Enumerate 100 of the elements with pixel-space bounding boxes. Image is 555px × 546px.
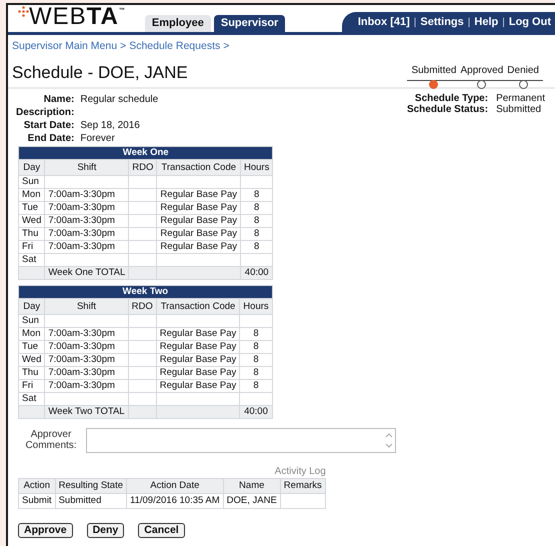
table-cell: Fri [18, 240, 45, 254]
table-cell: 8 [240, 214, 273, 228]
column-header: RDO [128, 298, 156, 314]
separator: | [414, 16, 416, 30]
table-title: Week Two [18, 285, 272, 298]
table-cell: 8 [240, 240, 273, 254]
table-cell: 7:00am-3:30pm [44, 201, 129, 214]
table-cell: Submitted [55, 493, 127, 508]
column-header: Name [223, 478, 280, 494]
table-cell: Thu [18, 227, 45, 240]
separator: | [502, 16, 505, 30]
column-header: Hours [240, 298, 272, 314]
field-value: Submitted [496, 104, 542, 115]
table-cell: 8 [240, 327, 272, 340]
table-cell: Regular Base Pay [156, 353, 240, 366]
column-header: RDO [128, 159, 157, 176]
table-cell: 7:00am-3:30pm [44, 240, 129, 254]
table-cell: 7:00am-3:30pm [44, 188, 129, 202]
table-cell: Wed [18, 214, 45, 228]
column-header: Remarks [280, 478, 326, 494]
table-cell: 7:00am-3:30pm [44, 214, 129, 228]
table-cell: Regular Base Pay [156, 227, 240, 240]
page-title: Schedule - DOE, JANE [12, 62, 188, 84]
column-header: Day [18, 159, 45, 176]
tab[interactable]: Employee [144, 15, 211, 32]
table-cell: Sat [18, 253, 45, 266]
step-label: Submitted [411, 64, 456, 77]
table-cell: Sun [18, 314, 45, 328]
table-cell: 8 [240, 227, 273, 240]
column-header: Day [18, 298, 45, 314]
nav-link[interactable]: Help [474, 14, 498, 30]
table-cell: Regular Base Pay [156, 214, 240, 228]
nav-link[interactable]: Inbox [41] [358, 14, 410, 30]
table-cell: 40:00 [240, 405, 272, 418]
table-cell: Fri [18, 379, 45, 392]
column-header: Transaction Code [156, 159, 240, 176]
table-cell: Regular Base Pay [156, 240, 240, 254]
table-cell: Regular Base Pay [156, 366, 240, 380]
table-cell: Regular Base Pay [156, 327, 240, 340]
breadcrumb-link[interactable]: Supervisor Main Menu [12, 39, 118, 55]
table-cell: Regular Base Pay [156, 379, 240, 392]
table-cell: Mon [18, 188, 45, 202]
column-header: Resulting State [55, 478, 127, 494]
table-cell: Week One TOTAL [44, 266, 129, 280]
table-cell: Submit [18, 493, 56, 508]
dots-icon [18, 6, 29, 17]
table-cell: Regular Base Pay [156, 340, 240, 354]
table-cell: Wed [18, 353, 45, 366]
table-cell: Regular Base Pay [156, 188, 240, 202]
table-cell: 8 [240, 353, 272, 366]
table-cell: DOE, JANE [223, 493, 280, 508]
column-header: Shift [44, 298, 128, 314]
column-header: Shift [44, 159, 129, 176]
nav-link[interactable]: Settings [420, 14, 464, 30]
field-value: Sep 18, 2016 [80, 118, 141, 132]
breadcrumb-separator: > [223, 39, 230, 54]
field-label: Name: [42, 92, 74, 106]
tab[interactable]: Supervisor [214, 15, 286, 32]
field-value: Forever [80, 132, 116, 145]
breadcrumb-separator: > [120, 39, 126, 54]
table-title: Week One [18, 146, 273, 160]
field-label: Approver Comments: [24, 429, 78, 452]
table-cell: 7:00am-3:30pm [44, 227, 129, 240]
action-button[interactable]: Cancel [138, 522, 185, 538]
field-label: Start Date: [22, 118, 74, 132]
table-cell: 7:00am-3:30pm [44, 379, 128, 392]
table-cell: 7:00am-3:30pm [44, 353, 128, 366]
table-cell: Tue [18, 340, 45, 354]
step-label: Denied [507, 64, 539, 77]
table-cell: Tue [18, 201, 45, 214]
table-cell: Sat [18, 392, 45, 406]
table-cell: Thu [18, 366, 45, 380]
log-title: Activity Log [274, 466, 326, 478]
column-header: Action [18, 478, 56, 494]
column-header: Transaction Code [156, 298, 240, 314]
field-value: Regular schedule [80, 92, 158, 106]
table-cell: Mon [18, 327, 45, 340]
table-cell: 7:00am-3:30pm [44, 340, 128, 354]
table-cell: Sun [18, 175, 45, 188]
table-cell: 8 [240, 379, 272, 392]
action-button[interactable]: Approve [18, 522, 73, 538]
field-label: Schedule Type: [414, 92, 488, 104]
field-label: Description: [16, 106, 74, 119]
nav-link[interactable]: Log Out [508, 14, 551, 30]
table-cell: 40:00 [240, 266, 273, 280]
field-value: Permanent [496, 92, 545, 104]
comments-field[interactable] [86, 428, 396, 453]
field-label: End Date: [26, 132, 74, 145]
step-label: Approved [460, 64, 504, 77]
table-cell: 8 [240, 188, 273, 202]
action-button[interactable]: Deny [86, 522, 124, 538]
table-cell: 7:00am-3:30pm [44, 327, 128, 340]
breadcrumb-link[interactable]: Schedule Requests [129, 39, 220, 55]
table-cell: 7:00am-3:30pm [44, 366, 128, 380]
column-header: Hours [240, 159, 273, 176]
table-cell: Week Two TOTAL [44, 405, 128, 418]
table-cell: 8 [240, 366, 272, 380]
separator: | [468, 16, 470, 30]
table-cell: 8 [240, 201, 273, 214]
column-header: Action Date [126, 478, 224, 494]
